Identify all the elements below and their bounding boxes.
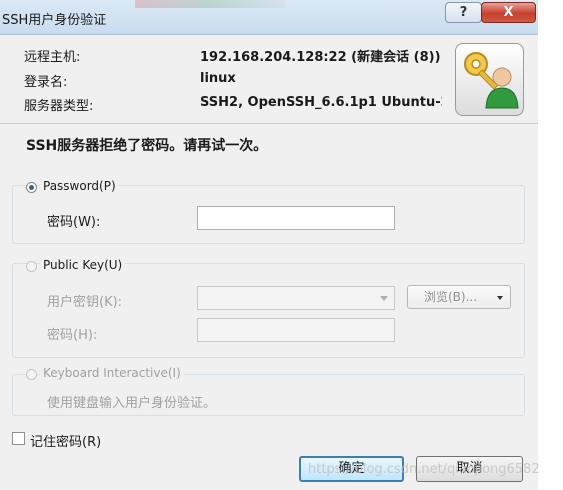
window-title: SSH用户身份验证 (2, 13, 107, 28)
title-bar-blur (135, 0, 285, 8)
cancel-button[interactable]: 取消 (416, 456, 523, 482)
key-user-icon (455, 43, 524, 116)
close-button[interactable]: X (481, 2, 536, 23)
ok-button[interactable]: 确定 (299, 456, 404, 482)
password-radio-label[interactable]: Password(P) (40, 179, 119, 193)
publickey-group (12, 263, 525, 358)
remember-label[interactable]: 记住密码(R) (30, 431, 101, 450)
remember-checkbox[interactable] (12, 432, 25, 445)
host-value: 192.168.204.128:22 (新建会话 (8)) (200, 50, 441, 65)
chevron-down-icon (380, 296, 388, 301)
help-button[interactable]: ? (445, 2, 482, 23)
password-label: 密码(W): (47, 215, 101, 230)
keyboard-radio-label[interactable]: Keyboard Interactive(I) (40, 366, 184, 380)
server-type-label: 服务器类型: (24, 99, 94, 114)
user-key-label: 用户密钥(K): (47, 295, 123, 310)
login-value: linux (200, 71, 236, 86)
keyboard-radio[interactable] (26, 369, 37, 380)
browse-button[interactable]: 浏览(B)... (407, 285, 511, 309)
password-radio[interactable] (26, 182, 37, 193)
publickey-radio[interactable] (26, 261, 37, 272)
server-type-value: SSH2, OpenSSH_6.6.1p1 Ubuntu-2ubuntu2 (200, 95, 442, 110)
caret-down-icon (497, 296, 503, 300)
user-key-select[interactable] (197, 286, 395, 310)
keyboard-description: 使用键盘输入用户身份验证。 (47, 396, 217, 411)
host-label: 远程主机: (24, 50, 81, 65)
key-password-input[interactable] (197, 318, 395, 342)
rejection-message: SSH服务器拒绝了密码。请再试一次。 (26, 138, 268, 154)
login-label: 登录名: (24, 75, 68, 90)
password-input[interactable] (197, 206, 395, 230)
publickey-radio-label[interactable]: Public Key(U) (40, 258, 126, 272)
key-password-label: 密码(H): (47, 328, 98, 343)
title-bar: SSH用户身份验证 ? X (0, 0, 538, 35)
browse-label: 浏览(B)... (424, 290, 478, 304)
header-divider (0, 123, 538, 124)
